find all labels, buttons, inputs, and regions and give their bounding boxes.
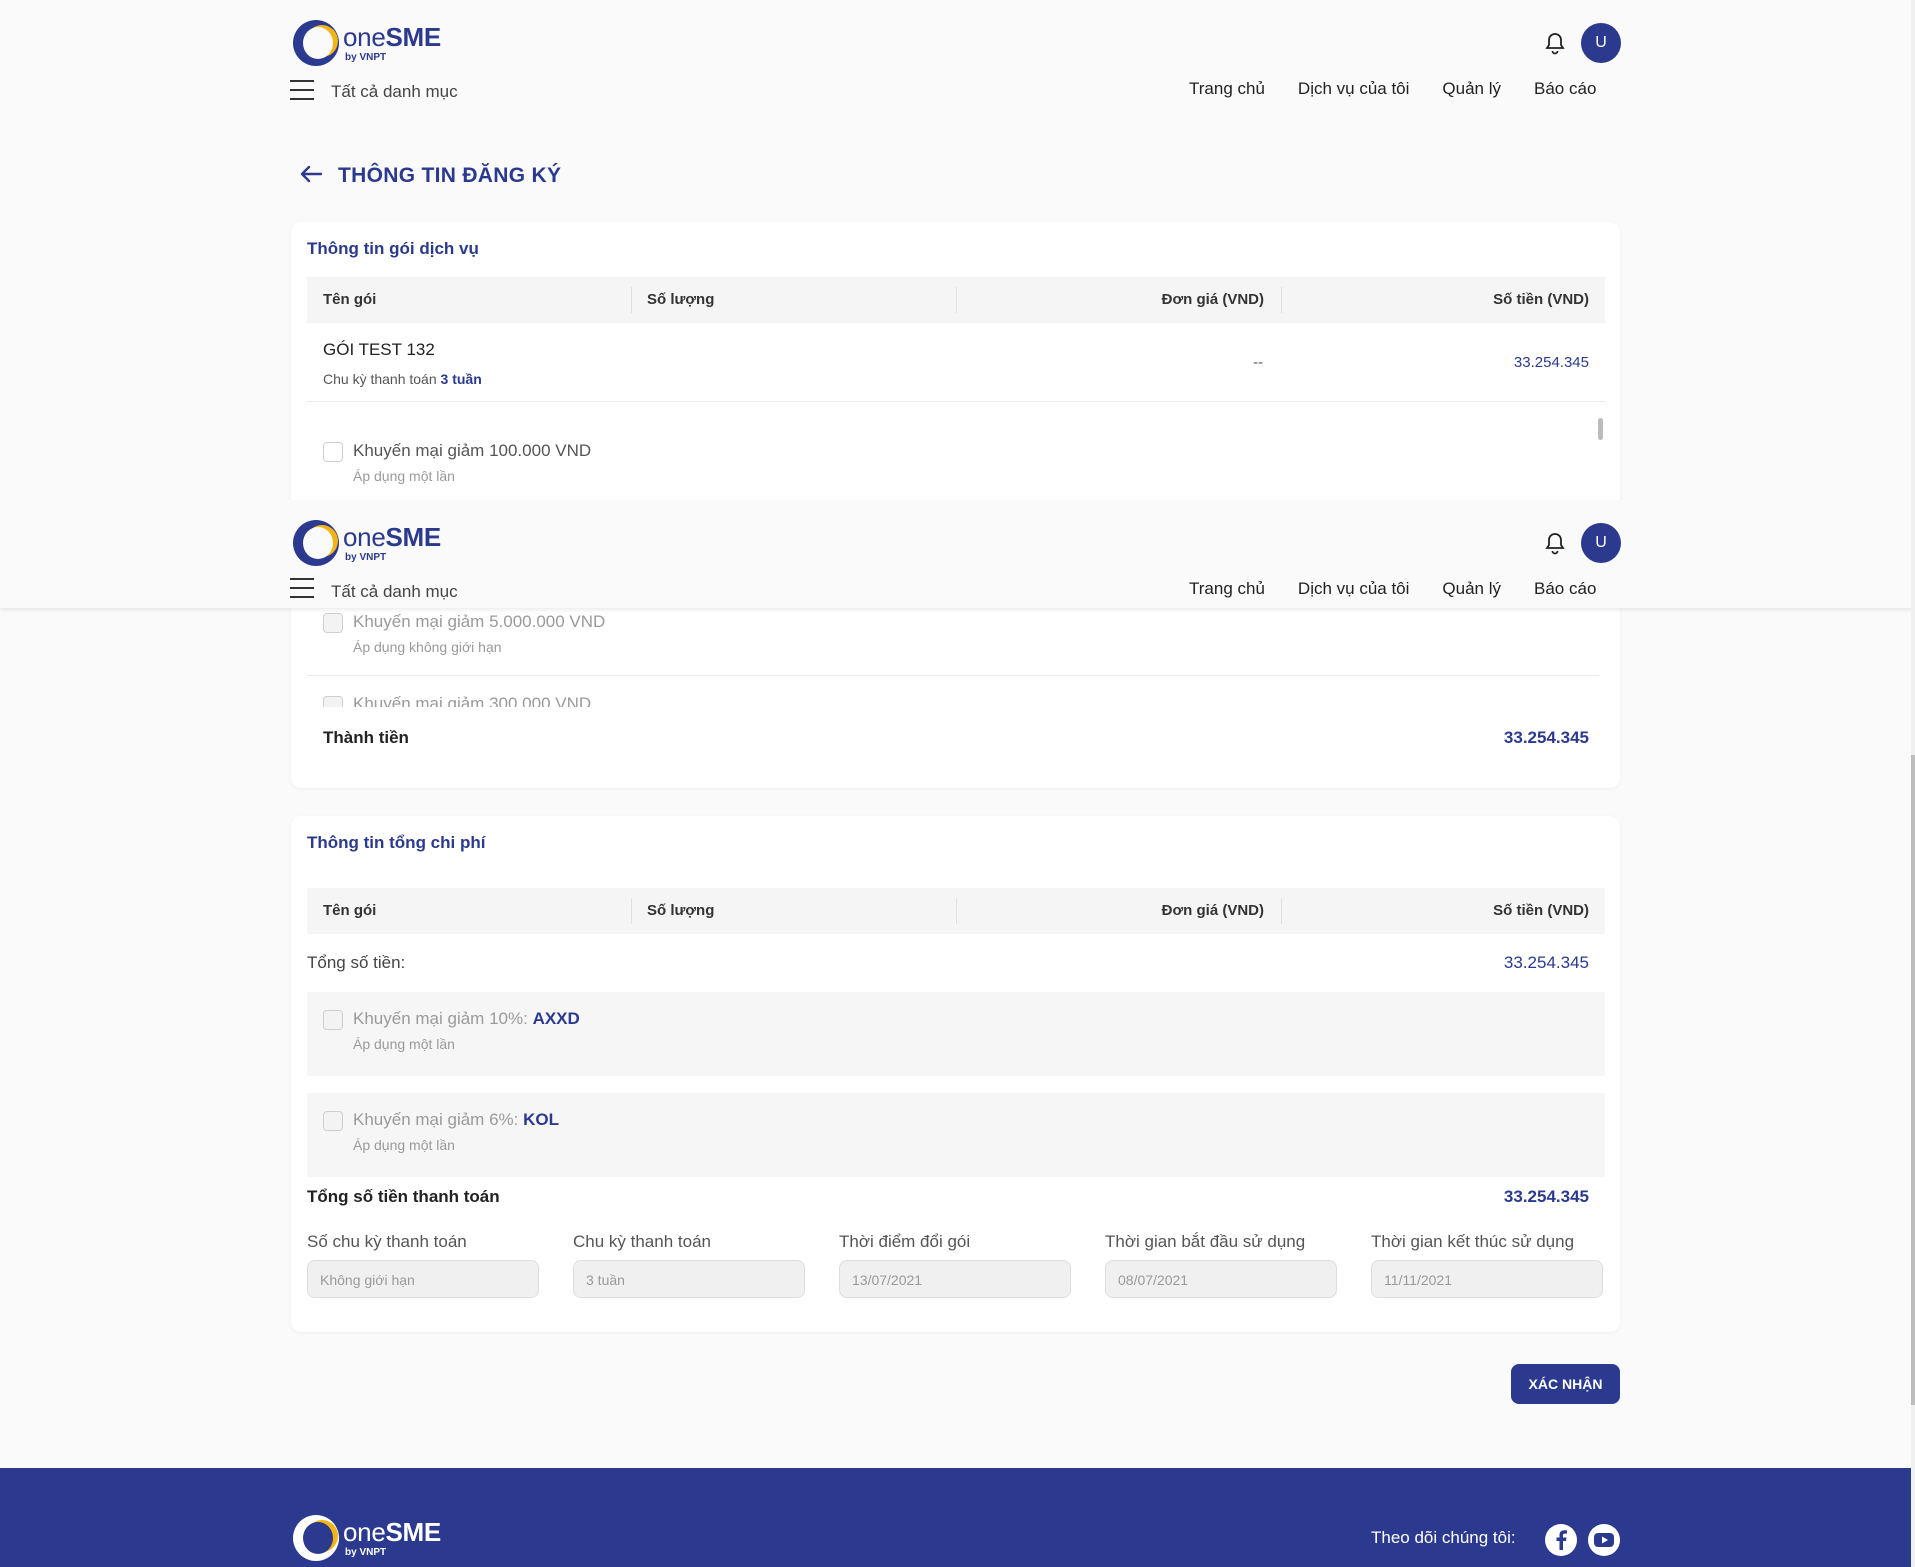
col-amount: Số tiền (VND) [1493, 902, 1589, 919]
logo-text: oneSME [343, 1516, 441, 1547]
promo-code: KOL [523, 1110, 559, 1129]
field-label-billing-cycle: Chu kỳ thanh toán [573, 1232, 711, 1251]
total-label: Thành tiền [323, 728, 409, 747]
promo-note: Áp dụng một lần [353, 468, 455, 484]
promo-label: Khuyến mại giảm 6%: KOL [353, 1110, 559, 1129]
subtotal-label: Tổng số tiền: [307, 953, 406, 972]
menu-icon[interactable] [290, 578, 314, 600]
nav-reports[interactable]: Báo cáo [1534, 79, 1596, 99]
logo[interactable]: oneSME by VNPT [293, 20, 441, 66]
service-table-header: Tên gói Số lượng Đơn giá (VND) Số tiền (… [307, 277, 1605, 323]
service-info-title: Thông tin gói dịch vụ [307, 239, 479, 258]
grand-total-value: 33.254.345 [1503, 1187, 1589, 1206]
logo-mark [293, 1515, 339, 1561]
start-date-field[interactable]: 08/07/2021 [1105, 1260, 1337, 1298]
end-date-field[interactable]: 11/11/2021 [1371, 1260, 1603, 1298]
facebook-icon[interactable] [1545, 1524, 1577, 1556]
col-amount: Số tiền (VND) [1493, 291, 1589, 308]
promo-checkbox[interactable] [323, 1010, 343, 1030]
package-unit-price: -- [1253, 354, 1263, 371]
divider [307, 675, 1599, 676]
promo-note: Áp dụng một lần [353, 1137, 455, 1153]
field-label-cycles: Số chu kỳ thanh toán [307, 1232, 467, 1251]
nav-home[interactable]: Trang chủ [1189, 579, 1265, 599]
menu-icon[interactable] [290, 80, 314, 102]
promo-note: Áp dụng một lần [353, 1036, 455, 1052]
inner-scroll-thumb[interactable] [1598, 418, 1603, 440]
nav-manage[interactable]: Quản lý [1442, 79, 1501, 99]
cost-info-title: Thông tin tổng chi phí [307, 833, 486, 852]
sticky-header: oneSME by VNPT Tất cả danh mục U Trang c… [0, 500, 1915, 608]
logo-mark [293, 20, 339, 66]
confirm-button[interactable]: XÁC NHẬN [1511, 1364, 1620, 1404]
subtotal-value: 33.254.345 [1503, 953, 1589, 972]
package-cycle: Chu kỳ thanh toán 3 tuần [323, 371, 482, 387]
nav-my-services[interactable]: Dịch vụ của tôi [1298, 579, 1410, 599]
promo-item: Khuyến mại giảm 10%: AXXD Áp dụng một lầ… [307, 992, 1605, 1076]
promo-code: AXXD [532, 1009, 580, 1028]
back-arrow-icon[interactable] [300, 165, 323, 188]
promo-clipped-row: Khuyến mại giảm 300.000 VND [321, 696, 621, 707]
promo-note: Áp dụng không giới hạn [353, 639, 502, 655]
promo-checkbox[interactable] [323, 1111, 343, 1131]
bell-icon[interactable] [1544, 531, 1566, 555]
promo-label: Khuyến mại giảm 300.000 VND [353, 696, 592, 707]
cost-info-card: Thông tin tổng chi phí Tên gói Số lượng … [291, 816, 1620, 1332]
logo-byline: by VNPT [345, 1546, 387, 1558]
all-categories-link[interactable]: Tất cả danh mục [331, 582, 458, 602]
nav-manage[interactable]: Quản lý [1442, 579, 1501, 599]
col-package-name: Tên gói [323, 291, 377, 308]
follow-us-label: Theo dõi chúng tôi: [1371, 1528, 1516, 1547]
page-title: THÔNG TIN ĐĂNG KÝ [338, 164, 562, 187]
total-value: 33.254.345 [1503, 728, 1589, 747]
nav-reports[interactable]: Báo cáo [1534, 579, 1596, 599]
col-unit-price: Đơn giá (VND) [1161, 291, 1264, 308]
cost-table-header: Tên gói Số lượng Đơn giá (VND) Số tiền (… [307, 888, 1605, 934]
promo-checkbox[interactable] [323, 442, 343, 462]
package-amount: 33.254.345 [1513, 354, 1589, 371]
logo-byline: by VNPT [345, 551, 387, 563]
nav-my-services[interactable]: Dịch vụ của tôi [1298, 79, 1410, 99]
promo-label: Khuyến mại giảm 5.000.000 VND [353, 612, 606, 631]
footer-logo[interactable]: oneSME by VNPT [293, 1515, 441, 1561]
logo[interactable]: oneSME by VNPT [293, 520, 441, 566]
footer: oneSME by VNPT Theo dõi chúng tôi: [0, 1468, 1915, 1567]
logo-byline: by VNPT [345, 51, 387, 63]
avatar[interactable]: U [1581, 23, 1621, 63]
promo-checkbox[interactable] [323, 613, 343, 633]
promo-item: Khuyến mại giảm 6%: KOL Áp dụng một lần [307, 1093, 1605, 1177]
avatar[interactable]: U [1581, 523, 1621, 563]
field-label-start-date: Thời gian bắt đầu sử dụng [1105, 1232, 1306, 1251]
promo-label: Khuyến mại giảm 100.000 VND [353, 441, 592, 460]
page-scrollbar-thumb[interactable] [1911, 755, 1915, 1405]
divider [307, 401, 1605, 402]
billing-cycle-field[interactable]: 3 tuần [573, 1260, 805, 1298]
package-name: GÓI TEST 132 [323, 340, 435, 359]
nav-home[interactable]: Trang chủ [1189, 79, 1265, 99]
logo-text: oneSME [343, 521, 441, 552]
bell-icon[interactable] [1544, 31, 1566, 55]
promo-label: Khuyến mại giảm 10%: AXXD [353, 1009, 580, 1028]
logo-text: oneSME [343, 21, 441, 52]
all-categories-link[interactable]: Tất cả danh mục [331, 82, 458, 102]
logo-mark [293, 520, 339, 566]
col-quantity: Số lượng [647, 902, 715, 919]
cycles-field[interactable]: Không giới hạn [307, 1260, 539, 1298]
change-date-field[interactable]: 13/07/2021 [839, 1260, 1071, 1298]
col-package-name: Tên gói [323, 902, 377, 919]
col-quantity: Số lượng [647, 291, 715, 308]
col-unit-price: Đơn giá (VND) [1161, 902, 1264, 919]
field-label-end-date: Thời gian kết thúc sử dụng [1371, 1232, 1575, 1251]
youtube-icon[interactable] [1588, 1524, 1620, 1556]
grand-total-label: Tổng số tiền thanh toán [307, 1187, 500, 1206]
field-label-change-date: Thời điểm đổi gói [839, 1232, 971, 1251]
